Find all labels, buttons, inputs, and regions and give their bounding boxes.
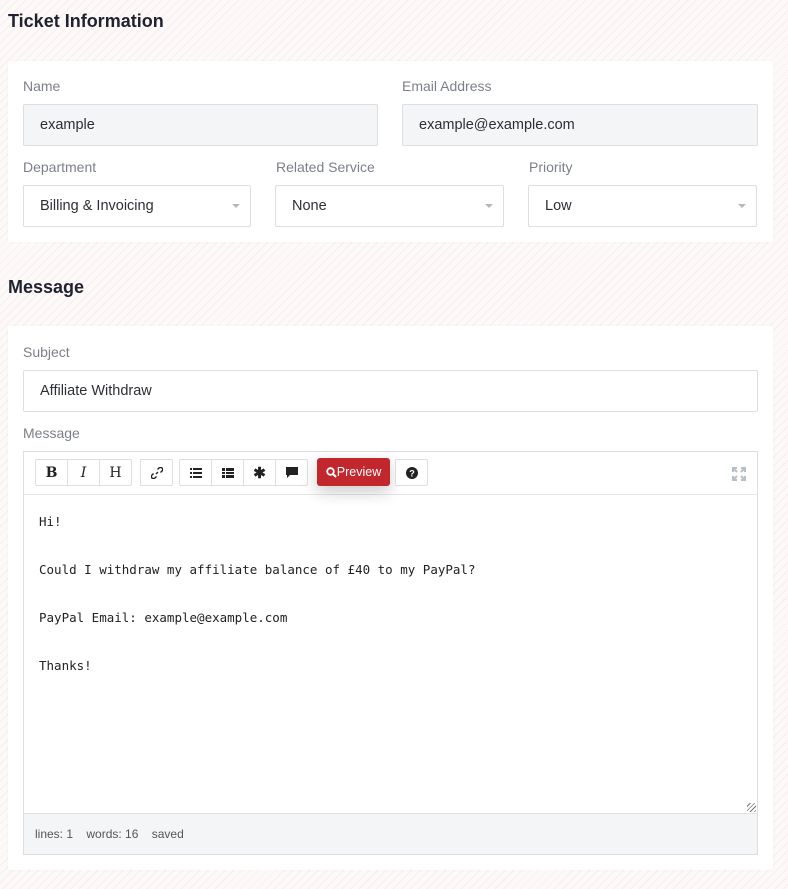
link-button[interactable] [140, 459, 173, 486]
ticket-information-card: Name example Email Address example@examp… [8, 61, 773, 242]
priority-value: Low [545, 198, 572, 214]
help-group: ? [395, 459, 428, 486]
italic-icon: I [80, 464, 87, 481]
bold-button[interactable]: B [35, 459, 68, 486]
chevron-down-icon [232, 204, 240, 208]
message-heading: Message [8, 277, 85, 297]
priority-select[interactable]: Low [528, 185, 757, 227]
message-line: PayPal Email: example@example.com [39, 610, 288, 625]
resize-handle[interactable] [747, 803, 756, 812]
heading-icon: H [109, 464, 122, 481]
subject-input[interactable]: Affiliate Withdraw [23, 370, 758, 412]
insert-group: ✱ [179, 459, 308, 486]
svg-text:?: ? [409, 468, 415, 478]
email-label: Email Address [402, 78, 492, 94]
message-line [39, 634, 742, 658]
unordered-list-button[interactable] [179, 459, 212, 486]
chevron-down-icon [738, 204, 746, 208]
ticket-information-heading: Ticket Information [8, 11, 164, 31]
editor-status-bar: lines: 1 words: 16 saved [24, 813, 757, 854]
message-line: Thanks! [39, 658, 92, 673]
italic-button[interactable]: I [67, 459, 100, 486]
message-line: Could I withdraw my affiliate balance of… [39, 562, 476, 577]
name-label: Name [23, 78, 61, 94]
related-service-value: None [292, 198, 327, 214]
format-group: B I H [35, 459, 132, 486]
save-status: saved [151, 827, 184, 841]
ordered-list-icon [221, 467, 234, 478]
question-icon: ? [405, 466, 418, 479]
preview-button[interactable]: Preview [317, 458, 390, 486]
link-group [140, 459, 173, 486]
priority-label: Priority [529, 159, 573, 175]
related-service-label: Related Service [276, 159, 375, 175]
ordered-list-button[interactable] [211, 459, 244, 486]
message-card: Subject Affiliate Withdraw Message B I H [8, 326, 773, 870]
lines-count: lines: 1 [35, 827, 74, 841]
preview-label: Preview [336, 465, 382, 479]
message-line: Hi! [39, 514, 62, 529]
subject-label: Subject [23, 344, 70, 360]
bold-icon: B [45, 464, 58, 481]
link-icon [150, 466, 163, 479]
message-line [39, 538, 742, 562]
heading-button[interactable]: H [99, 459, 132, 486]
message-textarea[interactable]: Hi! Could I withdraw my affiliate balanc… [24, 495, 757, 814]
department-select[interactable]: Billing & Invoicing [23, 185, 251, 227]
related-service-select[interactable]: None [275, 185, 504, 227]
fullscreen-icon [732, 467, 746, 481]
search-icon [326, 466, 337, 478]
editor-toolbar: B I H ✱ Preview ? [24, 452, 757, 495]
message-line [39, 586, 742, 610]
markdown-editor: B I H ✱ Preview ? Hi! Could I withdraw m… [23, 451, 758, 855]
comment-button[interactable] [275, 459, 308, 486]
asterisk-button[interactable]: ✱ [243, 459, 276, 486]
department-value: Billing & Invoicing [40, 198, 154, 214]
message-label: Message [23, 425, 80, 441]
email-field[interactable]: example@example.com [402, 104, 758, 146]
chevron-down-icon [485, 204, 493, 208]
help-button[interactable]: ? [395, 459, 428, 486]
asterisk-icon: ✱ [253, 464, 266, 482]
fullscreen-button[interactable] [732, 467, 746, 486]
name-field[interactable]: example [23, 104, 378, 146]
unordered-list-icon [189, 467, 202, 478]
department-label: Department [23, 159, 97, 175]
words-count: words: 16 [86, 827, 139, 841]
comment-icon [285, 467, 298, 478]
